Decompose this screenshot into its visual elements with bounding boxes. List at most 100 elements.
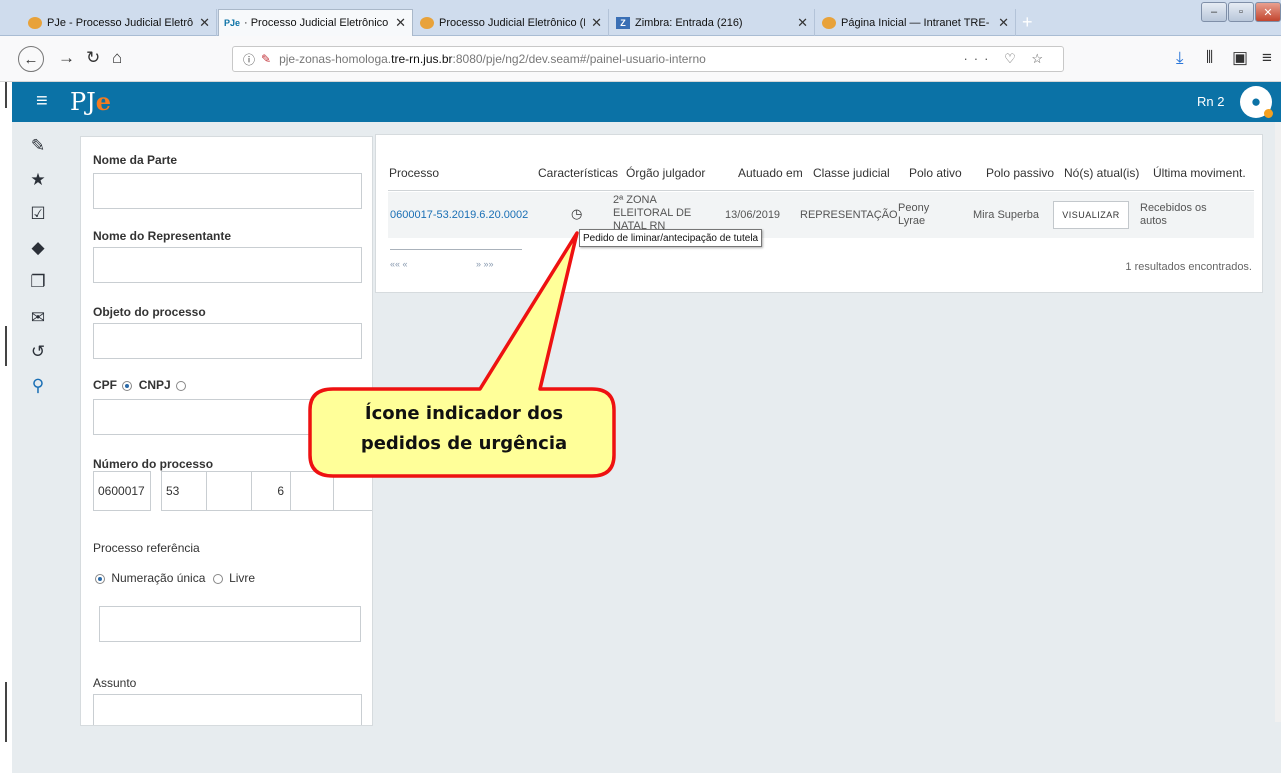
nome-representante-input[interactable]: [93, 247, 362, 283]
library-icon[interactable]: ⫴: [1206, 48, 1213, 68]
firefox-favicon-icon: [420, 16, 434, 29]
col-polo-ativo[interactable]: Polo ativo: [909, 166, 962, 180]
callout-line-1: Ícone indicador dos: [364, 403, 564, 424]
objeto-processo-label: Objeto do processo: [93, 305, 206, 319]
ultima-line-2: autos: [1140, 215, 1167, 227]
classe-cell: REPRESENTAÇÃO: [800, 209, 898, 221]
pager-divider: [390, 249, 522, 250]
maximize-window-icon[interactable]: ▫: [1228, 2, 1254, 22]
processo-link[interactable]: 0600017-53.2019.6.20.0002: [390, 209, 528, 222]
browser-tab-1[interactable]: PJe - Processo Judicial Eletrônic ✕: [22, 9, 217, 36]
browser-tab-5[interactable]: Página Inicial — Intranet TRE- ✕: [816, 9, 1016, 36]
browser-tab-4[interactable]: Z Zimbra: Entrada (216) ✕: [610, 9, 815, 36]
close-tab-icon[interactable]: ✕: [591, 15, 602, 31]
insecure-lock-icon: ✎: [261, 52, 272, 66]
results-count: 1 resultados encontrados.: [1125, 261, 1252, 273]
tab-title: Zimbra: Entrada (216): [635, 16, 743, 29]
hamburger-menu-icon[interactable]: ≡: [36, 90, 48, 113]
numero-tribunal-field[interactable]: [290, 471, 334, 511]
back-arrow-icon[interactable]: ←: [18, 46, 44, 72]
col-caracteristicas[interactable]: Características: [538, 166, 618, 180]
sidebar-icon[interactable]: ▣: [1232, 48, 1248, 68]
copy-icon[interactable]: ❐: [26, 272, 50, 292]
close-window-icon[interactable]: ✕: [1255, 2, 1281, 22]
browser-nav-bar: ← → ↻ ⌂ ⓘ ✎ pje-zonas-homologa.tre-rn.ju…: [0, 36, 1281, 82]
menu-icon[interactable]: ≡: [1262, 48, 1272, 68]
browser-tab-3[interactable]: Processo Judicial Eletrônico (P ✕: [414, 9, 609, 36]
home-icon[interactable]: ⌂: [112, 48, 122, 68]
envelope-icon[interactable]: ✉: [26, 308, 50, 328]
forward-arrow-icon[interactable]: →: [58, 48, 75, 68]
info-icon[interactable]: ⓘ: [243, 51, 255, 68]
close-tab-icon[interactable]: ✕: [199, 15, 210, 31]
tags-icon[interactable]: ◆: [26, 238, 50, 258]
callout-text: Ícone indicador dos pedidos de urgência: [318, 399, 610, 459]
close-tab-icon[interactable]: ✕: [998, 15, 1009, 31]
edge-mark: [5, 82, 7, 108]
firefox-favicon-icon: [28, 16, 42, 29]
col-orgao-julgador[interactable]: Órgão julgador: [626, 166, 705, 180]
col-polo-passivo[interactable]: Polo passivo: [986, 166, 1054, 180]
col-nos-atuais[interactable]: Nó(s) atual(is): [1064, 166, 1139, 180]
minimize-window-icon[interactable]: –: [1201, 2, 1227, 22]
urgency-tooltip: Pedido de liminar/antecipação de tutela: [579, 229, 763, 247]
col-autuado-em[interactable]: Autuado em: [738, 166, 803, 180]
pager-prev[interactable]: «« «: [390, 259, 408, 269]
numeracao-unica-label: Numeração única: [111, 571, 206, 585]
nome-parte-input[interactable]: [93, 173, 362, 209]
numero-origem-field[interactable]: [333, 471, 372, 511]
livre-radio[interactable]: [212, 573, 223, 584]
callout-line-2: pedidos de urgência: [360, 433, 568, 454]
numeracao-unica-radio[interactable]: [95, 573, 105, 584]
reload-icon[interactable]: ↻: [86, 48, 100, 68]
numero-ano-field[interactable]: [206, 471, 252, 511]
pagination: «« « » »»: [390, 259, 494, 269]
processo-referencia-input[interactable]: [99, 606, 361, 642]
close-tab-icon[interactable]: ✕: [395, 15, 406, 31]
orgao-julgador-cell: 2ª ZONA ELEITORAL DE NATAL RN: [613, 194, 691, 233]
referencia-options: Numeração única Livre: [93, 571, 255, 585]
url-text: pje-zonas-homologa.tre-rn.jus.br:8080/pj…: [279, 52, 706, 66]
pager-next[interactable]: » »»: [476, 259, 494, 269]
download-icon[interactable]: ⤓: [1176, 48, 1184, 68]
page-scrollbar[interactable]: [1275, 122, 1281, 722]
history-icon[interactable]: ↺: [26, 342, 50, 362]
cpf-cnpj-selector: CPF CNPJ: [93, 378, 189, 392]
cpf-radio[interactable]: [122, 380, 133, 391]
urgency-clock-icon[interactable]: ◷: [571, 207, 582, 220]
assunto-input[interactable]: [93, 694, 362, 725]
browser-tab-2[interactable]: PJe · Processo Judicial Eletrônico ✕: [218, 9, 413, 36]
star-icon[interactable]: ★: [26, 170, 50, 190]
table-row[interactable]: 0600017-53.2019.6.20.0002 ◷ 2ª ZONA ELEI…: [388, 192, 1254, 238]
tab-title: · Processo Judicial Eletrônico: [244, 17, 389, 29]
pencil-icon[interactable]: ✎: [26, 136, 50, 156]
numero-seq-field[interactable]: 0600017: [93, 471, 151, 511]
numero-processo-label: Número do processo: [93, 457, 214, 471]
col-classe-judicial[interactable]: Classe judicial: [813, 166, 890, 180]
autuado-cell: 13/06/2019: [725, 209, 781, 221]
address-bar[interactable]: ⓘ ✎ pje-zonas-homologa.tre-rn.jus.br:808…: [232, 46, 1064, 72]
col-ultima-movimentacao[interactable]: Última moviment.: [1153, 166, 1246, 180]
numero-justica-field[interactable]: 6: [251, 471, 291, 511]
visualizar-button[interactable]: VISUALIZAR: [1053, 201, 1129, 229]
edge-mark: [5, 326, 7, 366]
page-actions-icon[interactable]: ··· ♡ ☆: [963, 51, 1049, 67]
cnpj-radio[interactable]: [176, 380, 187, 391]
new-tab-icon[interactable]: +: [1022, 12, 1033, 33]
orgao-line-2: ELEITORAL DE: [613, 207, 692, 219]
search-icon[interactable]: ⚲: [26, 376, 50, 396]
assunto-label: Assunto: [93, 676, 137, 690]
screenshot-frame: PJe - Processo Judicial Eletrônic ✕ PJe …: [0, 0, 1281, 773]
checkbox-icon[interactable]: ☑: [26, 204, 50, 224]
close-tab-icon[interactable]: ✕: [797, 15, 808, 31]
nome-parte-label: Nome da Parte: [93, 153, 178, 167]
cnpj-label: CNPJ: [138, 378, 171, 392]
col-processo[interactable]: Processo: [389, 166, 439, 180]
user-name[interactable]: Rn 2: [1197, 94, 1224, 109]
page-edge: [0, 82, 12, 773]
livre-label: Livre: [229, 571, 256, 585]
processo-number[interactable]: 0600017-53.2019.6.20.0002: [390, 209, 528, 221]
numero-dv-field[interactable]: 53: [161, 471, 207, 511]
edge-mark: [5, 682, 7, 742]
objeto-processo-input[interactable]: [93, 323, 362, 359]
